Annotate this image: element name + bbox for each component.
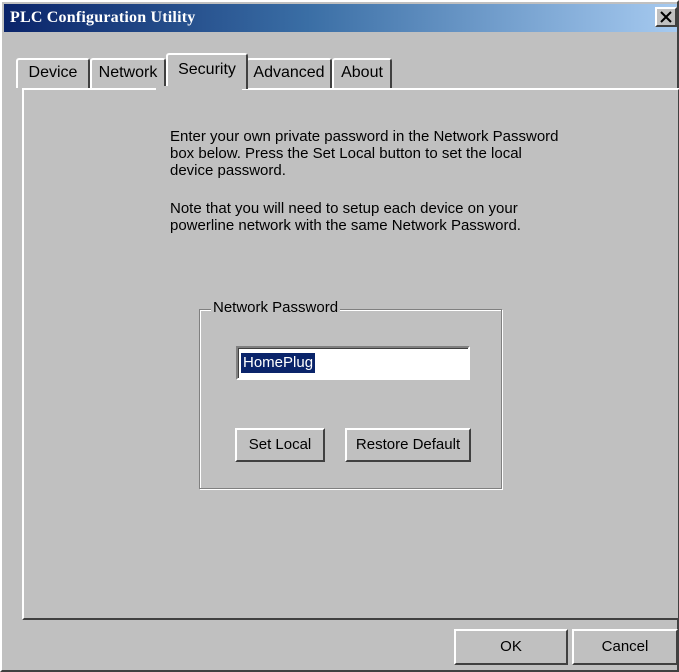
network-password-input[interactable]: HomePlug xyxy=(236,346,470,380)
tab-about[interactable]: About xyxy=(332,58,392,88)
tab-device[interactable]: Device xyxy=(16,58,90,88)
active-tab-joint xyxy=(156,86,242,92)
title-bar[interactable]: PLC Configuration Utility xyxy=(4,4,677,32)
password-value: HomePlug xyxy=(241,353,316,373)
tab-label: Network xyxy=(98,64,158,81)
tab-advanced[interactable]: Advanced xyxy=(246,58,332,88)
tab-label: Device xyxy=(28,64,78,81)
restore-default-button[interactable]: Restore Default xyxy=(345,428,471,462)
tab-security[interactable]: Security xyxy=(166,53,248,89)
group-title: Network Password xyxy=(211,299,341,317)
window-title: PLC Configuration Utility xyxy=(10,9,196,26)
tab-label: Security xyxy=(178,61,236,78)
intro-text: Enter your own private password in the N… xyxy=(170,128,559,179)
tab-label: Advanced xyxy=(253,64,325,81)
tab-network[interactable]: Network xyxy=(90,58,166,88)
note-text: Note that you will need to setup each de… xyxy=(170,200,521,234)
set-local-button[interactable]: Set Local xyxy=(235,428,325,462)
cancel-button[interactable]: Cancel xyxy=(572,629,678,665)
ok-button[interactable]: OK xyxy=(454,629,568,665)
dialog-window: PLC Configuration Utility Device Network… xyxy=(0,0,679,672)
tab-label: About xyxy=(341,64,383,81)
close-button[interactable] xyxy=(655,7,677,27)
network-password-group xyxy=(199,309,502,489)
close-icon xyxy=(660,11,672,23)
